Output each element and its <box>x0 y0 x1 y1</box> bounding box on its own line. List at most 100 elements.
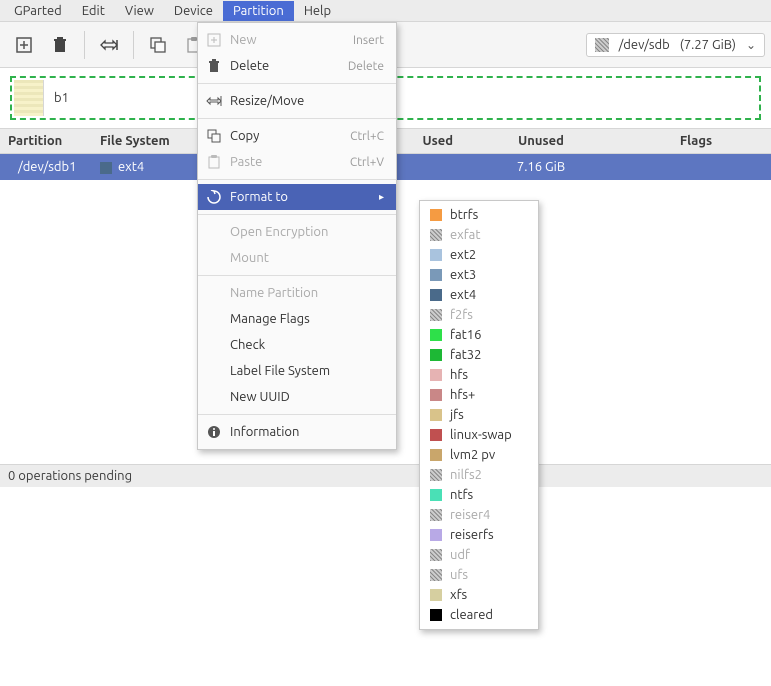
menu-separator <box>198 179 396 180</box>
fs-swatch-icon <box>430 329 442 341</box>
trash-icon <box>206 58 222 74</box>
menu-separator <box>198 214 396 215</box>
menu-item-label: Delete <box>230 59 340 73</box>
blank-icon <box>206 337 222 353</box>
fs-option-lvm2-pv[interactable]: lvm2 pv <box>420 445 538 465</box>
delete-partition-button[interactable] <box>42 27 78 63</box>
fs-swatch-icon <box>430 449 442 461</box>
fs-swatch-icon <box>430 349 442 361</box>
fs-option-ext4[interactable]: ext4 <box>420 285 538 305</box>
format-to-submenu: btrfsexfatext2ext3ext4f2fsfat16fat32hfsh… <box>419 200 539 630</box>
fs-swatch-icon <box>430 389 442 401</box>
fs-swatch-icon <box>430 289 442 301</box>
menu-item-label: New UUID <box>230 390 384 404</box>
resize-move-button[interactable] <box>91 27 127 63</box>
new-partition-button[interactable] <box>6 27 42 63</box>
blank-icon <box>206 311 222 327</box>
fs-option-label: ntfs <box>450 488 473 502</box>
menu-help[interactable]: Help <box>294 1 341 21</box>
menu-item-accel: Ctrl+C <box>350 130 384 143</box>
fs-swatch-icon <box>430 269 442 281</box>
menu-item-new-uuid[interactable]: New UUID <box>198 384 396 410</box>
menu-item-new: NewInsert <box>198 27 396 53</box>
menu-item-check[interactable]: Check <box>198 332 396 358</box>
fs-option-label: ext2 <box>450 248 476 262</box>
fs-option-ext3[interactable]: ext3 <box>420 265 538 285</box>
blank-icon <box>206 224 222 240</box>
info-icon <box>206 424 222 440</box>
viz-partition: b1 <box>44 80 757 116</box>
fs-option-reiser4: reiser4 <box>420 505 538 525</box>
fs-swatch-icon <box>430 229 442 241</box>
convert-icon <box>206 189 222 205</box>
fs-option-label: exfat <box>450 228 480 242</box>
menu-separator <box>198 414 396 415</box>
fs-option-label: reiser4 <box>450 508 490 522</box>
chevron-down-icon: ⌄ <box>746 38 756 52</box>
col-filesystem[interactable]: File System <box>92 134 192 148</box>
menu-gparted[interactable]: GParted <box>4 1 72 21</box>
fs-option-label: reiserfs <box>450 528 494 542</box>
menu-view[interactable]: View <box>115 1 164 21</box>
viz-unallocated <box>14 80 44 116</box>
menu-item-copy[interactable]: CopyCtrl+C <box>198 123 396 149</box>
fs-option-cleared[interactable]: cleared <box>420 605 538 625</box>
menu-item-label: Paste <box>230 155 342 169</box>
fs-option-jfs[interactable]: jfs <box>420 405 538 425</box>
menu-item-label: Check <box>230 338 384 352</box>
menu-item-label: Open Encryption <box>230 225 384 239</box>
menu-item-information[interactable]: Information <box>198 419 396 445</box>
col-partition[interactable]: Partition <box>0 134 92 148</box>
menu-edit[interactable]: Edit <box>72 1 115 21</box>
menu-partition[interactable]: Partition <box>223 1 294 21</box>
cell-filesystem: ext4 <box>92 160 192 174</box>
menu-item-paste: PasteCtrl+V <box>198 149 396 175</box>
menu-separator <box>198 83 396 84</box>
fs-option-udf: udf <box>420 545 538 565</box>
fs-option-xfs[interactable]: xfs <box>420 585 538 605</box>
menu-device[interactable]: Device <box>164 1 223 21</box>
menu-separator <box>198 118 396 119</box>
blank-icon <box>206 285 222 301</box>
fs-option-label: hfs+ <box>450 388 475 402</box>
fs-option-label: lvm2 pv <box>450 448 495 462</box>
fs-option-fat32[interactable]: fat32 <box>420 345 538 365</box>
fs-option-label: ext3 <box>450 268 476 282</box>
menu-item-mount: Mount <box>198 245 396 271</box>
fs-swatch-icon <box>430 489 442 501</box>
menu-item-label: New <box>230 33 345 47</box>
menu-separator <box>198 275 396 276</box>
fs-option-ext2[interactable]: ext2 <box>420 245 538 265</box>
fs-option-nilfs2: nilfs2 <box>420 465 538 485</box>
col-unused[interactable]: Unused <box>461 134 621 148</box>
col-flags[interactable]: Flags <box>621 134 771 148</box>
menu-item-label-file-system[interactable]: Label File System <box>198 358 396 384</box>
fs-swatch-icon <box>430 309 442 321</box>
fs-option-btrfs[interactable]: btrfs <box>420 205 538 225</box>
menu-item-delete[interactable]: DeleteDelete <box>198 53 396 79</box>
copy-button[interactable] <box>140 27 176 63</box>
fs-option-fat16[interactable]: fat16 <box>420 325 538 345</box>
fs-option-ntfs[interactable]: ntfs <box>420 485 538 505</box>
status-bar: 0 operations pending <box>0 464 771 487</box>
device-name: /dev/sdb <box>619 38 670 52</box>
fs-swatch-icon <box>430 589 442 601</box>
menu-item-label: Information <box>230 425 384 439</box>
fs-swatch-icon <box>430 549 442 561</box>
menu-item-format-to[interactable]: Format to▸ <box>198 184 396 210</box>
plus-icon <box>206 32 222 48</box>
fs-option-linux-swap[interactable]: linux-swap <box>420 425 538 445</box>
menu-item-manage-flags[interactable]: Manage Flags <box>198 306 396 332</box>
blank-icon <box>206 389 222 405</box>
fs-option-hfs[interactable]: hfs <box>420 365 538 385</box>
device-selector[interactable]: /dev/sdb (7.27 GiB) ⌄ <box>586 33 765 57</box>
fs-swatch-icon <box>100 162 112 174</box>
disk-icon <box>595 38 609 52</box>
menu-item-resize-move[interactable]: Resize/Move <box>198 88 396 114</box>
fs-option-reiserfs[interactable]: reiserfs <box>420 525 538 545</box>
paste-icon <box>206 154 222 170</box>
fs-option-label: ext4 <box>450 288 476 302</box>
toolbar-separator <box>84 31 85 59</box>
fs-option-ufs: ufs <box>420 565 538 585</box>
fs-option-hfs-[interactable]: hfs+ <box>420 385 538 405</box>
